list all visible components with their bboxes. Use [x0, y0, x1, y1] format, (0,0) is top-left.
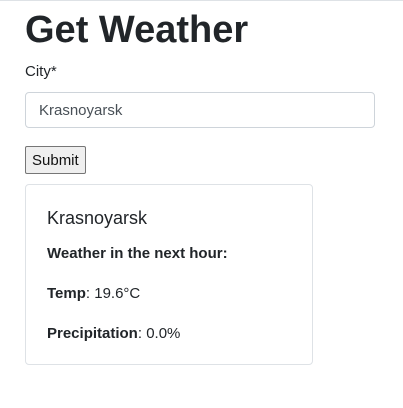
precipitation-label: Precipitation [47, 325, 138, 342]
precipitation-value: : 0.0% [137, 325, 181, 342]
result-city-title: Krasnoyarsk [47, 208, 148, 228]
temperature-row: Temp: 19.6°C [47, 285, 140, 303]
city-label: City* [25, 63, 57, 80]
precipitation-row: Precipitation: 0.0% [47, 325, 180, 343]
city-input[interactable] [25, 92, 375, 128]
submit-button[interactable]: Submit [25, 146, 86, 174]
page-title: Get Weather [25, 9, 249, 51]
top-divider [0, 0, 403, 1]
weather-result-card: Krasnoyarsk Weather in the next hour: Te… [25, 184, 313, 365]
temperature-label: Temp [47, 285, 86, 302]
temperature-value: : 19.6°C [85, 285, 141, 302]
forecast-heading: Weather in the next hour: [47, 245, 228, 262]
